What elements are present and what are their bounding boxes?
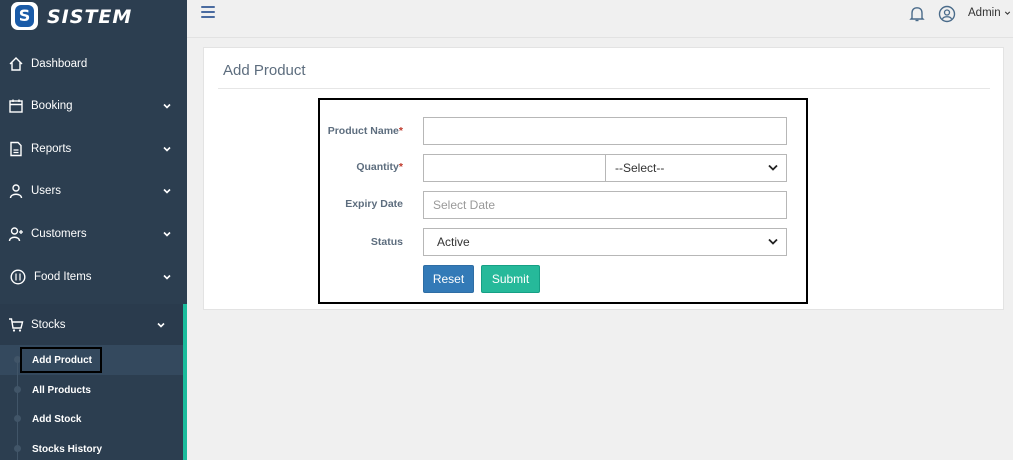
menu-toggle-icon[interactable] [201,6,217,20]
required-mark: * [398,125,403,137]
sidebar-item-label: Stocks [31,319,66,331]
submit-button[interactable]: Submit [481,265,540,293]
sidebar-item-label: Food Items [34,271,92,283]
chevron-down-icon [163,146,171,152]
submenu-item-add-product[interactable]: Add Product [0,345,183,375]
submenu-item-label: Add Product [32,355,92,366]
product-name-input[interactable] [423,117,787,145]
home-icon [9,57,23,71]
chevron-down-icon [768,238,778,245]
status-select-value: Active [437,235,470,249]
product-name-label: Product Name* [293,125,403,137]
submenu-item-add-stock[interactable]: Add Stock [0,404,183,434]
sidebar-item-customers[interactable]: Customers [0,213,187,255]
logo[interactable]: S SISTEM [0,0,187,36]
calendar-icon [9,99,23,113]
submenu-item-label: All Products [32,385,91,396]
document-icon [10,141,22,157]
chevron-down-icon [163,188,171,194]
content-card: Add Product Product Name* Quantity* --Se… [203,47,1004,310]
chevron-down-icon [1004,11,1010,15]
chevron-down-icon [157,322,165,328]
food-icon [10,269,26,285]
sidebar-item-dashboard[interactable]: Dashboard [0,43,187,85]
reset-button[interactable]: Reset [423,265,474,293]
bell-icon[interactable] [908,5,926,23]
user-name: Admin [968,7,1001,19]
sidebar-item-label: Booking [31,100,73,112]
stocks-submenu: Add Product All Products Add Stock Stock… [0,345,187,460]
expiry-date-label: Expiry Date [345,198,403,210]
sidebar-item-stocks[interactable]: Stocks [0,304,187,346]
topbar: Admin [187,0,1013,38]
sidebar-item-food-items[interactable]: Food Items [0,256,187,298]
label-text: Product Name [327,125,399,137]
user-menu[interactable]: Admin [968,7,1011,19]
chevron-down-icon [163,231,171,237]
sidebar-item-reports[interactable]: Reports [0,128,187,170]
submenu-connector [17,360,18,460]
status-label: Status [370,236,403,248]
logo-letter: S [15,5,34,27]
quantity-label: Quantity* [293,161,403,173]
label-text: Quantity [356,161,399,173]
chevron-down-icon [163,274,171,280]
product-form: Product Name* Quantity* --Select-- Expir… [318,98,808,304]
sidebar-item-label: Reports [31,143,72,155]
status-select[interactable]: Active [423,228,787,256]
page-title: Add Product [223,62,306,79]
expiry-date-input[interactable]: Select Date [423,191,787,219]
logo-mark: S [11,2,38,30]
divider [218,88,990,89]
sidebar-item-label: Customers [31,228,87,240]
submenu-item-label: Stocks History [32,444,103,455]
chevron-down-icon [163,103,171,109]
app-name: SISTEM [47,6,133,28]
submenu-item-label: Add Stock [32,414,82,425]
chevron-down-icon [768,164,778,171]
submenu-item-stocks-history[interactable]: Stocks History [0,434,183,460]
expiry-date-placeholder: Select Date [433,198,496,212]
sidebar-item-booking[interactable]: Booking [0,85,187,127]
quantity-input[interactable] [423,154,606,182]
user-circle-icon[interactable] [938,5,956,23]
sidebar: S SISTEM Dashboard Booking Reports Users… [0,0,187,460]
add-user-icon [8,227,23,242]
sidebar-item-label: Dashboard [31,58,88,70]
submenu-item-all-products[interactable]: All Products [0,375,183,405]
sidebar-item-label: Users [31,185,62,197]
required-mark: * [398,161,403,173]
user-icon [9,184,23,199]
unit-select-value: --Select-- [615,161,665,175]
sidebar-item-users[interactable]: Users [0,170,187,212]
cart-icon [9,318,24,332]
unit-select[interactable]: --Select-- [605,154,787,182]
